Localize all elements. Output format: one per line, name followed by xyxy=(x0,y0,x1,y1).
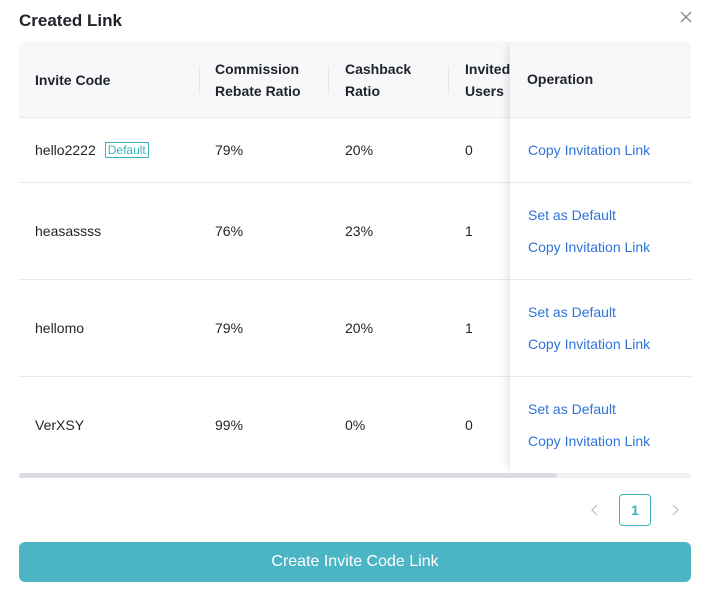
commission-cell: 99% xyxy=(215,417,244,433)
header-divider xyxy=(448,66,449,94)
invited-users-cell: 0 xyxy=(465,142,473,158)
invite-code-cell: hellomo xyxy=(35,320,85,336)
cashback-cell: 20% xyxy=(345,320,374,336)
close-icon[interactable] xyxy=(678,9,694,25)
invited-users-cell: 0 xyxy=(465,417,473,433)
invite-code-cell: heasassss xyxy=(35,223,102,239)
header-cashback: Cashback Ratio xyxy=(345,60,412,99)
invite-code-table: Invite Code Commission Rebate Ratio Cashb… xyxy=(19,41,691,479)
commission-cell: 79% xyxy=(215,320,244,336)
invite-code-cell: hello2222 Default xyxy=(35,118,149,182)
cashback-cell: 23% xyxy=(345,223,374,239)
page-number-button[interactable]: 1 xyxy=(619,494,651,526)
next-page-icon[interactable] xyxy=(659,494,691,526)
header-divider xyxy=(328,66,329,94)
copy-invitation-link[interactable]: Copy Invitation Link xyxy=(528,335,691,353)
prev-page-icon[interactable] xyxy=(579,494,611,526)
operation-cell: Set as Default Copy Invitation Link xyxy=(510,377,691,473)
operation-cell: Copy Invitation Link xyxy=(510,118,691,183)
operation-column: Operation Copy Invitation Link Set as De… xyxy=(510,41,691,473)
header-invited-users: Invited Users xyxy=(465,60,511,99)
commission-cell: 79% xyxy=(215,142,244,158)
cashback-cell: 0% xyxy=(345,417,366,433)
copy-invitation-link[interactable]: Copy Invitation Link xyxy=(528,141,691,159)
horizontal-scrollbar-thumb[interactable] xyxy=(19,473,557,478)
header-invite-code: Invite Code xyxy=(35,71,111,88)
invited-users-cell: 1 xyxy=(465,320,473,336)
set-as-default-link[interactable]: Set as Default xyxy=(528,400,691,418)
header-divider xyxy=(199,66,200,94)
default-badge: Default xyxy=(104,142,149,158)
set-as-default-link[interactable]: Set as Default xyxy=(528,303,691,321)
copy-invitation-link[interactable]: Copy Invitation Link xyxy=(528,238,691,256)
copy-invitation-link[interactable]: Copy Invitation Link xyxy=(528,432,691,450)
create-invite-code-link-button[interactable]: Create Invite Code Link xyxy=(19,542,691,582)
invited-users-cell: 1 xyxy=(465,223,473,239)
operation-cell: Set as Default Copy Invitation Link xyxy=(510,183,691,280)
operation-cell: Set as Default Copy Invitation Link xyxy=(510,280,691,377)
invite-code-cell: VerXSY xyxy=(35,417,85,433)
cashback-cell: 20% xyxy=(345,142,374,158)
commission-cell: 76% xyxy=(215,223,244,239)
header-operation: Operation xyxy=(510,41,691,118)
set-as-default-link[interactable]: Set as Default xyxy=(528,206,691,224)
header-commission: Commission Rebate Ratio xyxy=(215,60,301,99)
modal-title: Created Link xyxy=(19,11,122,30)
